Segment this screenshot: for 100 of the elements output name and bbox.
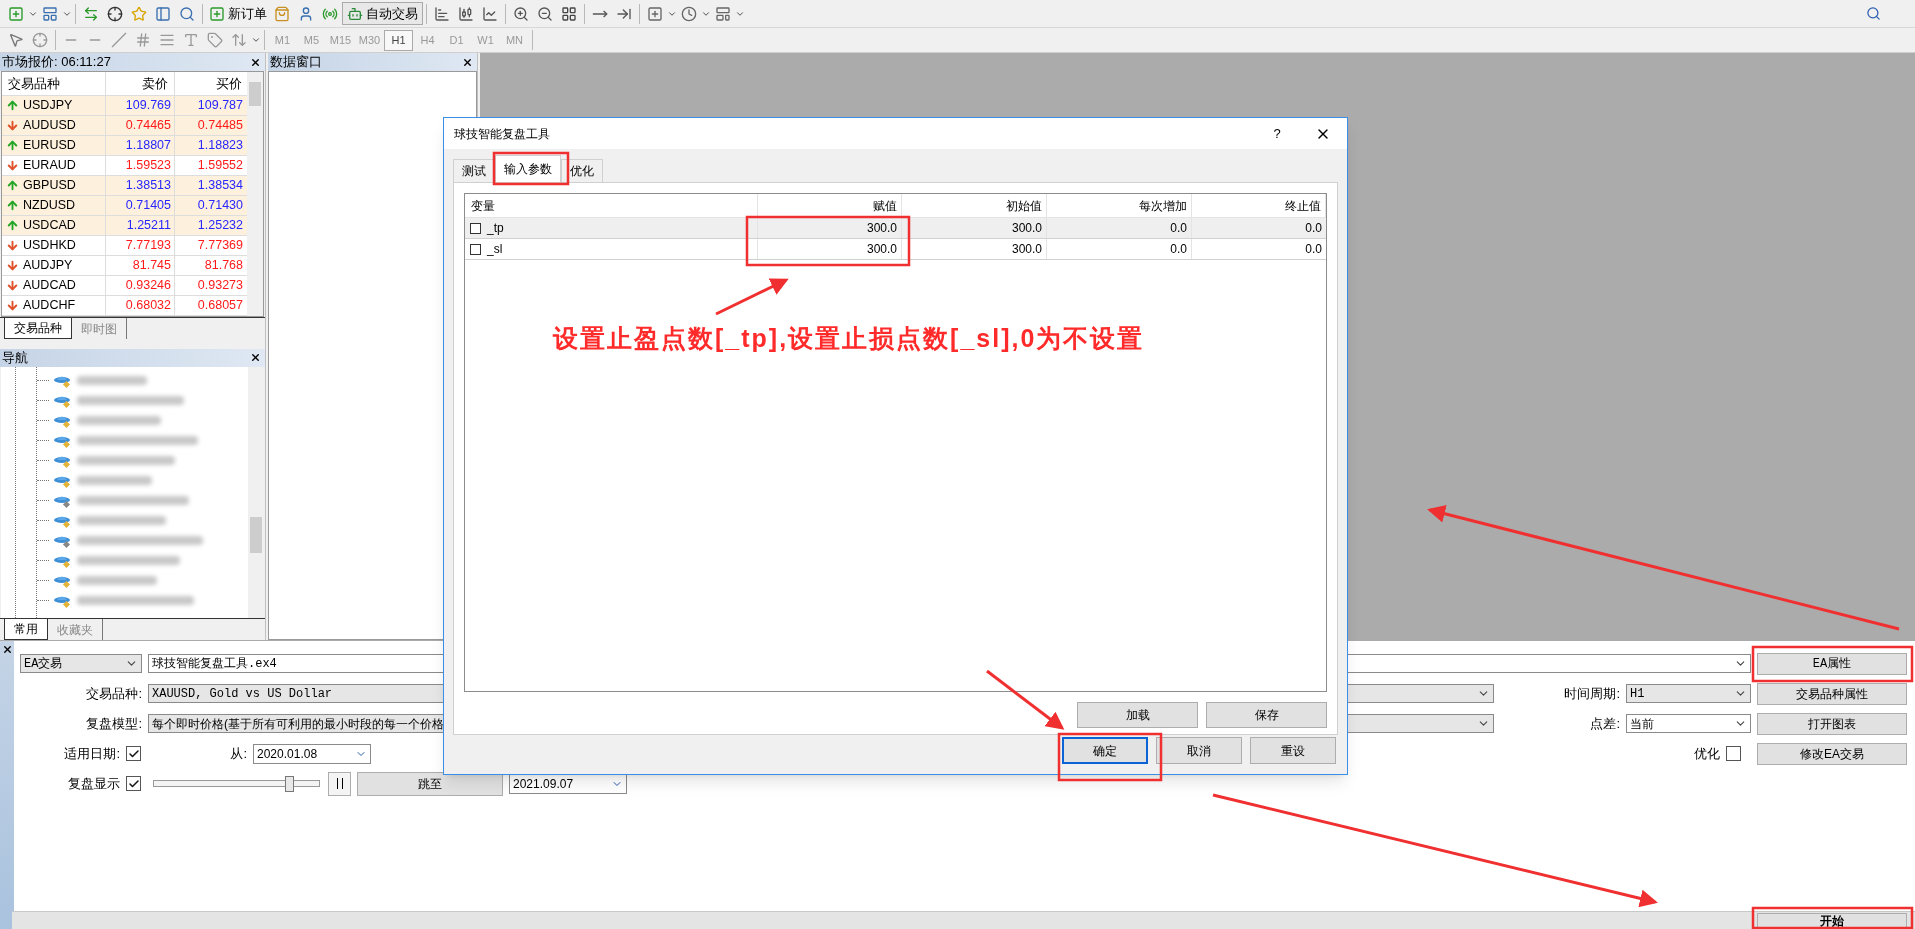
quote-row[interactable]: AUDCAD 0.93246 0.93273 xyxy=(2,276,247,296)
bid-price: 0.71405 xyxy=(106,196,175,215)
bid-price: 1.25211 xyxy=(106,216,175,235)
ask-price: 0.68057 xyxy=(196,297,244,315)
symbol-text: USDHKD xyxy=(23,237,76,255)
table-cell[interactable]: 300.0 xyxy=(758,218,902,238)
symbol-properties-button[interactable]: 交易品种属性 xyxy=(1757,682,1907,705)
field-label: 适用日期: xyxy=(63,744,120,763)
checkbox[interactable] xyxy=(126,746,141,761)
annotation-text: 设置止盈点数[_tp],设置止损点数[_sl],0为不设置 xyxy=(553,323,1145,354)
ask-price: 1.38534 xyxy=(196,177,244,195)
field-label: 复盘显示 xyxy=(67,774,120,793)
auto-trading-button[interactable]: 自动交易 xyxy=(342,2,423,25)
checkbox[interactable] xyxy=(1726,746,1741,761)
quote-row[interactable]: GBPUSD 1.38513 1.38534 xyxy=(2,176,247,196)
ask-price: 7.77369 xyxy=(196,237,244,255)
table-cell[interactable]: 300.0 xyxy=(758,239,902,259)
ask-price: 81.768 xyxy=(203,257,244,275)
help-button[interactable]: ? xyxy=(1257,123,1297,144)
spread-dropdown[interactable]: 当前 xyxy=(1626,714,1751,733)
close-icon[interactable] xyxy=(462,56,473,68)
close-icon[interactable] xyxy=(250,56,261,68)
tab[interactable]: 输入参数 xyxy=(495,155,561,182)
column-header: 变量 xyxy=(465,194,758,217)
quote-row[interactable]: AUDJPY 81.745 81.768 xyxy=(2,256,247,276)
modify-expert-button[interactable]: 修改EA交易 xyxy=(1757,742,1907,765)
symbol-text: AUDJPY xyxy=(23,257,73,275)
speed-slider[interactable] xyxy=(153,773,320,794)
quote-row[interactable]: AUDCHF 0.68032 0.68057 xyxy=(2,296,247,316)
symbol-text: NZDUSD xyxy=(23,197,76,215)
field-label: 复盘模型: xyxy=(85,714,142,733)
column-header: 卖价 xyxy=(106,72,175,95)
parameter-name: _sl xyxy=(487,241,503,258)
up-arrow-icon xyxy=(6,219,19,232)
checkbox[interactable] xyxy=(470,222,481,234)
new-order-button[interactable]: 新订单 xyxy=(206,2,270,25)
dialog-button[interactable]: 加载 xyxy=(1077,702,1198,728)
parameter-row[interactable]: _sl 300.0 300.0 0.0 0.0 xyxy=(465,239,1326,260)
quote-row[interactable]: NZDUSD 0.71405 0.71430 xyxy=(2,196,247,216)
tab[interactable]: 测试 xyxy=(453,159,495,182)
skip-to-button[interactable]: 跳至 xyxy=(357,771,503,796)
down-arrow-icon xyxy=(6,279,19,292)
period-dropdown[interactable]: H1 xyxy=(1626,684,1751,703)
checkbox[interactable] xyxy=(470,243,481,255)
dialog-button[interactable]: 保存 xyxy=(1206,702,1327,728)
quote-row[interactable]: USDHKD 7.77193 7.77369 xyxy=(2,236,247,256)
check-icon xyxy=(127,777,140,790)
panel-title: 导航 xyxy=(1,349,29,368)
check-icon xyxy=(127,747,140,760)
symbol-text: AUDCHF xyxy=(23,297,76,315)
quote-row[interactable]: EURAUD 1.59523 1.59552 xyxy=(2,156,247,176)
quote-row[interactable]: EURUSD 1.18807 1.18823 xyxy=(2,136,247,156)
down-arrow-icon xyxy=(6,119,19,132)
bid-price: 0.93246 xyxy=(106,276,175,295)
ask-price: 1.59552 xyxy=(196,157,244,175)
quote-row[interactable]: USDJPY 109.769 109.787 xyxy=(2,96,247,116)
column-header: 赋值 xyxy=(758,194,902,217)
symbol-text: USDJPY xyxy=(23,97,73,115)
bid-price: 0.74465 xyxy=(106,116,175,135)
column-header: 终止值 xyxy=(1192,194,1326,217)
tab[interactable]: 交易品种 xyxy=(4,318,72,339)
checkbox[interactable] xyxy=(126,776,141,791)
up-arrow-icon xyxy=(6,179,19,192)
pause-button[interactable] xyxy=(328,771,351,796)
column-header: 交易品种 xyxy=(2,72,106,95)
ask-price: 0.71430 xyxy=(196,197,244,215)
close-icon[interactable] xyxy=(250,352,261,364)
dialog-button[interactable]: 重设 xyxy=(1250,737,1336,764)
field-label: 从: xyxy=(229,744,247,763)
bid-price: 7.77193 xyxy=(106,236,175,255)
open-chart-button[interactable]: 打开图表 xyxy=(1757,712,1907,735)
field-label: 交易品种: xyxy=(85,684,142,703)
expert-properties-button[interactable]: EA属性 xyxy=(1757,652,1907,675)
parameter-row[interactable]: _tp 300.0 300.0 0.0 0.0 xyxy=(465,218,1326,239)
close-icon[interactable] xyxy=(1,644,13,655)
tab[interactable]: 常用 xyxy=(4,619,48,640)
panel-title: 市场报价: 06:11:27 xyxy=(1,53,112,72)
plus-icon xyxy=(209,5,225,22)
bid-price: 1.59523 xyxy=(106,156,175,175)
down-arrow-icon xyxy=(6,159,19,172)
symbol-text: AUDCAD xyxy=(23,277,76,295)
column-header: 初始值 xyxy=(902,194,1047,217)
date-field[interactable]: 2020.01.08 xyxy=(253,743,371,764)
expert-type-dropdown[interactable]: EA交易 xyxy=(20,654,142,673)
bid-price: 0.68032 xyxy=(106,296,175,315)
symbol-text: USDCAD xyxy=(23,217,76,235)
tab[interactable]: 优化 xyxy=(561,159,603,182)
dialog-button[interactable]: 取消 xyxy=(1156,737,1242,764)
dialog-title: 球技智能复盘工具 xyxy=(454,125,551,143)
bid-price: 109.769 xyxy=(106,96,175,115)
table-cell: 300.0 xyxy=(902,239,1047,259)
field-label: 时间周期: xyxy=(1563,684,1620,703)
timeframe-button[interactable]: H1 xyxy=(384,29,413,51)
ask-price: 109.787 xyxy=(196,97,244,115)
ask-price: 0.74485 xyxy=(196,117,244,135)
search-icon[interactable] xyxy=(1866,6,1881,21)
quote-row[interactable]: USDCAD 1.25211 1.25232 xyxy=(2,216,247,236)
dialog-button[interactable]: 确定 xyxy=(1062,737,1148,764)
panel-title: 数据窗口 xyxy=(269,53,323,72)
quote-row[interactable]: AUDUSD 0.74465 0.74485 xyxy=(2,116,247,136)
